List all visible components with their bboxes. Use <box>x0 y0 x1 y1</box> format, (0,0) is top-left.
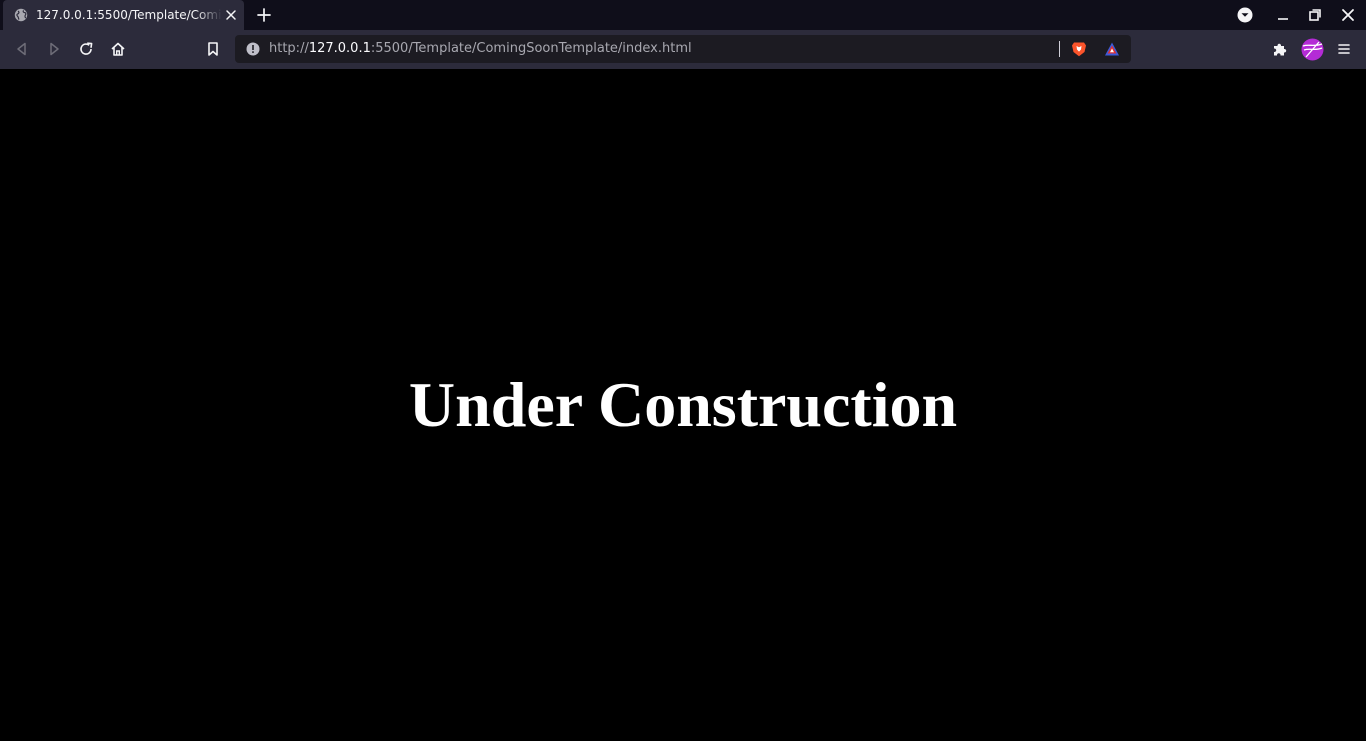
reload-icon[interactable] <box>77 40 95 58</box>
profile-avatar[interactable] <box>1301 38 1324 61</box>
minimize-icon[interactable] <box>1274 6 1292 24</box>
close-window-icon[interactable] <box>1339 6 1357 24</box>
globe-icon <box>14 8 28 22</box>
url-text[interactable]: http://127.0.0.1:5500/Template/ComingSoo… <box>269 41 692 57</box>
info-icon[interactable] <box>246 42 260 56</box>
bookmark-icon[interactable] <box>204 40 222 58</box>
tab-close-icon[interactable] <box>224 8 238 22</box>
list-all-tabs-icon[interactable] <box>1236 6 1254 24</box>
address-bar[interactable]: http://127.0.0.1:5500/Template/ComingSoo… <box>235 35 1131 63</box>
tab-active[interactable]: 127.0.0.1:5500/Template/ComingSoonTempla… <box>3 0 244 30</box>
restore-icon[interactable] <box>1306 6 1324 24</box>
menu-icon[interactable] <box>1335 40 1353 58</box>
url-divider <box>1059 41 1060 57</box>
page-content: Under Construction <box>0 69 1366 741</box>
forward-icon[interactable] <box>45 40 63 58</box>
puzzle-icon[interactable] <box>1271 40 1289 58</box>
home-icon[interactable] <box>109 40 127 58</box>
extension-triangle-icon[interactable] <box>1103 40 1121 58</box>
url-host: 127.0.0.1 <box>308 41 371 56</box>
url-scheme: http:// <box>269 41 309 56</box>
navigation-toolbar: http://127.0.0.1:5500/Template/ComingSoo… <box>0 30 1366 69</box>
url-path: :5500/Template/ComingSoonTemplate/index.… <box>370 41 692 56</box>
page-heading: Under Construction <box>408 369 958 440</box>
tab-title: 127.0.0.1:5500/Template/ComingSoonTempla… <box>36 8 222 22</box>
new-tab-plus-icon[interactable] <box>255 6 273 24</box>
back-icon[interactable] <box>13 40 31 58</box>
title-bar: 127.0.0.1:5500/Template/ComingSoonTempla… <box>0 0 1366 30</box>
brave-shield-icon[interactable] <box>1070 40 1088 58</box>
